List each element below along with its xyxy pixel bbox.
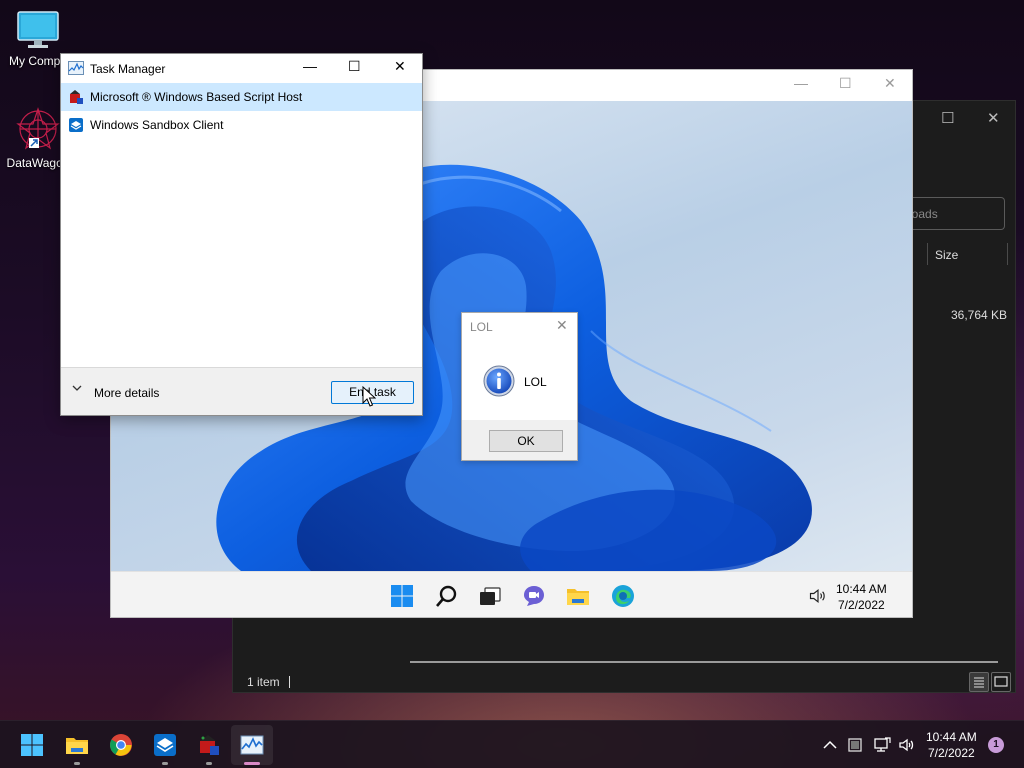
keyboard-layout-icon[interactable] — [846, 736, 864, 754]
sandbox-date: 7/2/2022 — [837, 598, 885, 612]
running-indicator — [162, 762, 168, 765]
maximize-icon[interactable]: ☐ — [348, 58, 361, 75]
system-clock[interactable]: 10:44 AM 7/2/2022 — [926, 729, 977, 761]
tiles-view-icon — [994, 676, 1008, 687]
close-icon[interactable]: ✕ — [884, 75, 896, 92]
details-view-icon — [974, 677, 984, 688]
script-host-icon[interactable] — [197, 733, 221, 757]
volume-icon[interactable] — [898, 736, 916, 754]
status-divider — [289, 676, 290, 688]
tiles-view-button[interactable] — [991, 672, 1011, 692]
close-icon[interactable]: ✕ — [394, 58, 406, 75]
details-view-button[interactable] — [969, 672, 989, 692]
process-row-sandbox-client[interactable]: Windows Sandbox Client — [61, 111, 422, 139]
horizontal-scrollbar[interactable] — [410, 661, 998, 663]
dialog-message: LOL — [524, 375, 547, 389]
address-bar[interactable]: loads — [909, 197, 1005, 230]
file-explorer-icon[interactable] — [566, 584, 590, 608]
sandbox-taskbar: 10:44 AM 7/2/2022 — [111, 571, 912, 617]
taskbar: 10:44 AM 7/2/2022 1 — [0, 720, 1024, 768]
minimize-icon[interactable]: — — [794, 75, 808, 91]
file-size-value: 36,764 KB — [951, 308, 1008, 322]
script-host-icon — [70, 90, 83, 104]
chevron-up-icon[interactable] — [821, 736, 839, 754]
dialog-button-bar: OK — [462, 420, 577, 460]
maximize-icon[interactable]: ☐ — [941, 109, 954, 127]
column-divider[interactable] — [927, 243, 928, 265]
process-name: Windows Sandbox Client — [90, 118, 224, 132]
teams-chat-icon[interactable] — [522, 584, 546, 608]
ok-button[interactable]: OK — [489, 430, 563, 452]
running-indicator — [206, 762, 212, 765]
minimize-icon[interactable]: — — [303, 58, 317, 74]
windows-start-icon[interactable] — [390, 584, 414, 608]
sandbox-icon — [69, 118, 83, 132]
mouse-pointer-icon — [362, 386, 376, 407]
info-icon — [483, 365, 515, 397]
edge-icon[interactable] — [611, 584, 635, 608]
close-icon[interactable]: ✕ — [556, 317, 568, 334]
network-icon[interactable] — [873, 736, 891, 754]
process-name: Microsoft ® Windows Based Script Host — [90, 90, 303, 104]
chrome-icon[interactable] — [109, 733, 133, 757]
column-divider[interactable] — [1007, 243, 1008, 265]
column-header-size[interactable]: Size — [935, 248, 958, 262]
notification-badge[interactable]: 1 — [988, 737, 1004, 753]
volume-icon[interactable] — [808, 586, 828, 606]
clock-date: 7/2/2022 — [927, 746, 975, 760]
lol-message-dialog: LOL ✕ LOL OK — [461, 312, 578, 461]
dialog-title: LOL — [470, 320, 493, 334]
windows-start-icon[interactable] — [20, 733, 44, 757]
file-explorer-icon[interactable] — [65, 733, 89, 757]
datawagon-starburst-icon — [16, 107, 60, 150]
address-text: loads — [909, 207, 938, 221]
more-details-link[interactable]: More details — [94, 386, 159, 400]
sandbox-clock[interactable]: 10:44 AM 7/2/2022 — [836, 581, 887, 613]
sandbox-time: 10:44 AM — [836, 582, 887, 596]
running-indicator — [74, 762, 80, 765]
close-icon[interactable]: ✕ — [987, 109, 1000, 127]
task-manager-window: Task Manager — ☐ ✕ Microsoft ® Windows B… — [60, 53, 423, 416]
computer-monitor-icon — [17, 11, 59, 48]
running-indicator-active — [244, 762, 260, 765]
task-view-icon[interactable] — [478, 584, 502, 608]
task-manager-icon[interactable] — [240, 733, 264, 757]
maximize-icon[interactable]: ☐ — [839, 75, 852, 92]
search-icon[interactable] — [435, 584, 459, 608]
task-manager-icon — [68, 61, 84, 75]
sandbox-icon[interactable] — [153, 733, 177, 757]
clock-time: 10:44 AM — [926, 730, 977, 744]
process-row-script-host[interactable]: Microsoft ® Windows Based Script Host — [61, 83, 422, 111]
status-item-count: 1 item — [247, 675, 280, 689]
window-title: Task Manager — [90, 62, 166, 76]
title-bar[interactable]: Task Manager — ☐ ✕ — [61, 54, 422, 82]
chevron-down-icon[interactable] — [72, 383, 82, 393]
